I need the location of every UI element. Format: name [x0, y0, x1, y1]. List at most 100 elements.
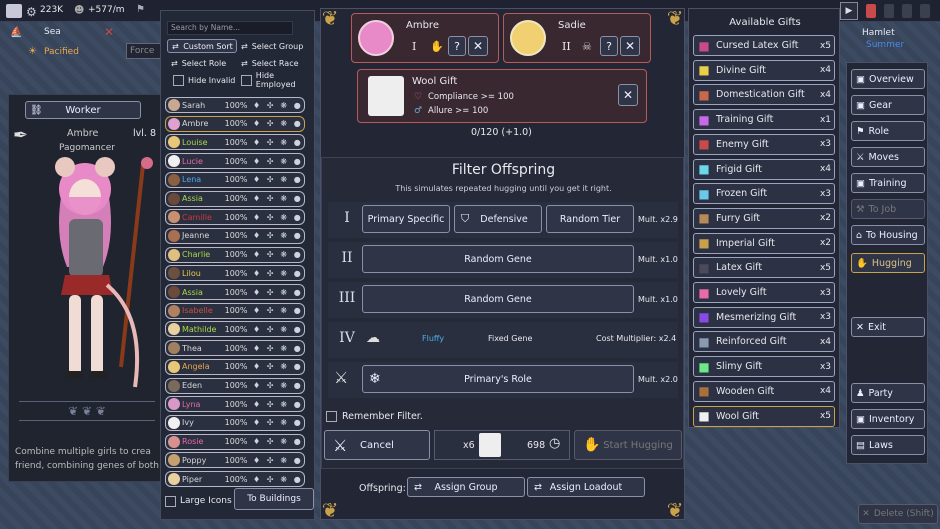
gift-row[interactable]: ■ Domestication Gift x4 [693, 84, 835, 106]
role-nav-button[interactable]: ⚑ Role [851, 121, 925, 141]
roster-row[interactable]: Jeanne 100% ♦ ✣ ❋ ● [165, 227, 305, 244]
primary-specific-button[interactable]: Primary Specific [362, 205, 450, 233]
party-button[interactable]: ♟ Party [851, 383, 925, 403]
remember-filter-box[interactable] [326, 410, 337, 422]
gift-row[interactable]: ■ Divine Gift x4 [693, 59, 835, 81]
roster-row[interactable]: Lilou 100% ♦ ✣ ❋ ● [165, 265, 305, 282]
large-icons-checkbox[interactable]: Large Icons [165, 493, 235, 509]
gift-box-icon: ■ [698, 285, 710, 300]
parent-card-left[interactable]: Ambre I ✋ ? ✕ [351, 13, 499, 63]
inventory-button[interactable]: ▣ Inventory [851, 409, 925, 429]
roster-row[interactable]: Isabelle 100% ♦ ✣ ❋ ● [165, 302, 305, 319]
stat-icon-2: ✣ [266, 231, 274, 241]
to-job-button[interactable]: ⚒ To Job [851, 199, 925, 219]
moves-button[interactable]: ⚔ Moves [851, 147, 925, 167]
hug-progress: 0/120 (+1.0) [471, 127, 532, 138]
roster-row[interactable]: Lucie 100% ♦ ✣ ❋ ● [165, 153, 305, 170]
roster-row[interactable]: Assia 100% ♦ ✣ ❋ ● [165, 190, 305, 207]
custom-sort-button[interactable]: ⇄ Custom Sort [167, 39, 237, 53]
hugging-button[interactable]: ✋ Hugging [851, 253, 925, 273]
remove-gift-button[interactable]: ✕ [618, 84, 638, 106]
primary-role-button[interactable]: ❄ Primary's Role [362, 365, 634, 393]
roster-name: Thea [182, 343, 202, 353]
corner-ornament-tl: ❦ [321, 6, 339, 30]
search-input[interactable]: Search by Name... [167, 21, 293, 35]
gift-row[interactable]: ■ Training Gift x1 [693, 109, 835, 131]
gift-row[interactable]: ■ Wooden Gift x4 [693, 380, 835, 402]
large-icons-box[interactable] [165, 495, 176, 507]
roster-row[interactable]: Piper 100% ♦ ✣ ❋ ● [165, 471, 305, 487]
roster-row[interactable]: Charlie 100% ♦ ✣ ❋ ● [165, 246, 305, 263]
row3-random-gene-button[interactable]: Random Gene [362, 285, 634, 313]
play-icon[interactable]: ▶ [840, 2, 858, 20]
delete-button[interactable]: ✕ Delete (Shift) [858, 504, 938, 524]
hide-invalid-box[interactable] [173, 74, 184, 86]
gift-row[interactable]: ■ Enemy Gift x3 [693, 133, 835, 155]
select-role-button[interactable]: ⇄ Select Role [171, 56, 243, 70]
gift-row[interactable]: ■ Frigid Gift x4 [693, 158, 835, 180]
roster-row[interactable]: Thea 100% ♦ ✣ ❋ ● [165, 340, 305, 357]
select-race-button[interactable]: ⇄ Select Race [241, 56, 313, 70]
parent-right-remove-button[interactable]: ✕ [620, 36, 640, 56]
roster-row[interactable]: Ambre 100% ♦ ✣ ❋ ● [165, 115, 305, 132]
parent-left-remove-button[interactable]: ✕ [468, 36, 488, 56]
gift-row[interactable]: ■ Imperial Gift x2 [693, 232, 835, 254]
roster-row[interactable]: Eden 100% ♦ ✣ ❋ ● [165, 377, 305, 394]
roster-row[interactable]: Mathilde 100% ♦ ✣ ❋ ● [165, 321, 305, 338]
stat-icon-4: ● [293, 231, 301, 241]
cost-multiplier: Cost Multiplier: x2.4 [596, 334, 677, 343]
roster-row[interactable]: Lyna 100% ♦ ✣ ❋ ● [165, 396, 305, 413]
roster-name: Rosie [182, 437, 204, 447]
selected-gift-card[interactable]: Wool Gift ♡ Compliance >= 100 ♂ Allure >… [357, 69, 647, 123]
roster-row[interactable]: Camille 100% ♦ ✣ ❋ ● [165, 209, 305, 226]
remember-filter-checkbox[interactable]: Remember Filter. [326, 408, 476, 424]
menu-icon[interactable] [6, 4, 22, 18]
gift-row[interactable]: ■ Cursed Latex Gift x5 [693, 35, 835, 56]
allure-icon: ♂ [414, 106, 423, 116]
select-group-button[interactable]: ⇄ Select Group [241, 39, 313, 53]
gift-row[interactable]: ■ Slimy Gift x3 [693, 356, 835, 378]
to-buildings-button[interactable]: To Buildings [234, 488, 314, 510]
role-button[interactable]: ⛓ Worker [25, 101, 141, 119]
roster-row[interactable]: Angela 100% ♦ ✣ ❋ ● [165, 358, 305, 375]
training-button[interactable]: ▣ Training [851, 173, 925, 193]
roster-percent: 100% [224, 418, 248, 428]
parent-card-right[interactable]: Sadie II ☠ ? ✕ [503, 13, 651, 63]
roster-row[interactable]: Ivy 100% ♦ ✣ ❋ ● [165, 414, 305, 431]
roster-row[interactable]: Lena 100% ♦ ✣ ❋ ● [165, 171, 305, 188]
hide-employed-checkbox[interactable]: Hide Employed [241, 71, 315, 89]
roster-row[interactable]: Poppy 100% ♦ ✣ ❋ ● [165, 452, 305, 469]
assign-loadout-button[interactable]: ⇄ Assign Loadout [527, 477, 645, 497]
gift-row[interactable]: ■ Reinforced Gift x4 [693, 331, 835, 353]
roster-row[interactable]: Assia 100% ♦ ✣ ❋ ● [165, 284, 305, 300]
hide-invalid-checkbox[interactable]: Hide Invalid [173, 73, 243, 87]
gear-button[interactable]: ▣ Gear [851, 95, 925, 115]
to-housing-button[interactable]: ⌂ To Housing [851, 225, 925, 245]
gift-row[interactable]: ■ Furry Gift x2 [693, 207, 835, 229]
random-tier-button[interactable]: Random Tier [546, 205, 634, 233]
parent-right-help-button[interactable]: ? [600, 36, 618, 56]
laws-button[interactable]: ▤ Laws [851, 435, 925, 455]
defensive-button[interactable]: ⛉ Defensive [454, 205, 542, 233]
filter-row-1: I Primary Specific ⛉ Defensive Random Tie… [328, 202, 678, 238]
inventory-icon: ▣ [856, 413, 865, 425]
row2-random-gene-button[interactable]: Random Gene [362, 245, 634, 273]
roster-name: Camille [182, 212, 212, 222]
parent-left-help-button[interactable]: ? [448, 36, 466, 56]
gift-row[interactable]: ■ Mesmerizing Gift x3 [693, 306, 835, 328]
gift-row[interactable]: ■ Wool Gift x5 [693, 405, 835, 427]
cancel-button[interactable]: ⚔ Cancel [324, 430, 430, 460]
hide-employed-box[interactable] [241, 74, 252, 86]
roster-row[interactable]: Louise 100% ♦ ✣ ❋ ● [165, 134, 305, 151]
close-location-icon[interactable]: ✕ [104, 25, 114, 39]
roster-row[interactable]: Rosie 100% ♦ ✣ ❋ ● [165, 433, 305, 450]
exit-button[interactable]: ✕ Exit [851, 317, 925, 337]
feather-icon: ✒ [13, 125, 29, 146]
gift-row[interactable]: ■ Frozen Gift x3 [693, 183, 835, 205]
overview-button[interactable]: ▣ Overview [851, 69, 925, 89]
gift-row[interactable]: ■ Latex Gift x5 [693, 257, 835, 279]
gift-row[interactable]: ■ Lovely Gift x3 [693, 282, 835, 303]
start-hugging-button[interactable]: ✋ Start Hugging [574, 430, 682, 460]
assign-group-button[interactable]: ⇄ Assign Group [407, 477, 525, 497]
roster-row[interactable]: Sarah 100% ♦ ✣ ❋ ● [165, 97, 305, 113]
